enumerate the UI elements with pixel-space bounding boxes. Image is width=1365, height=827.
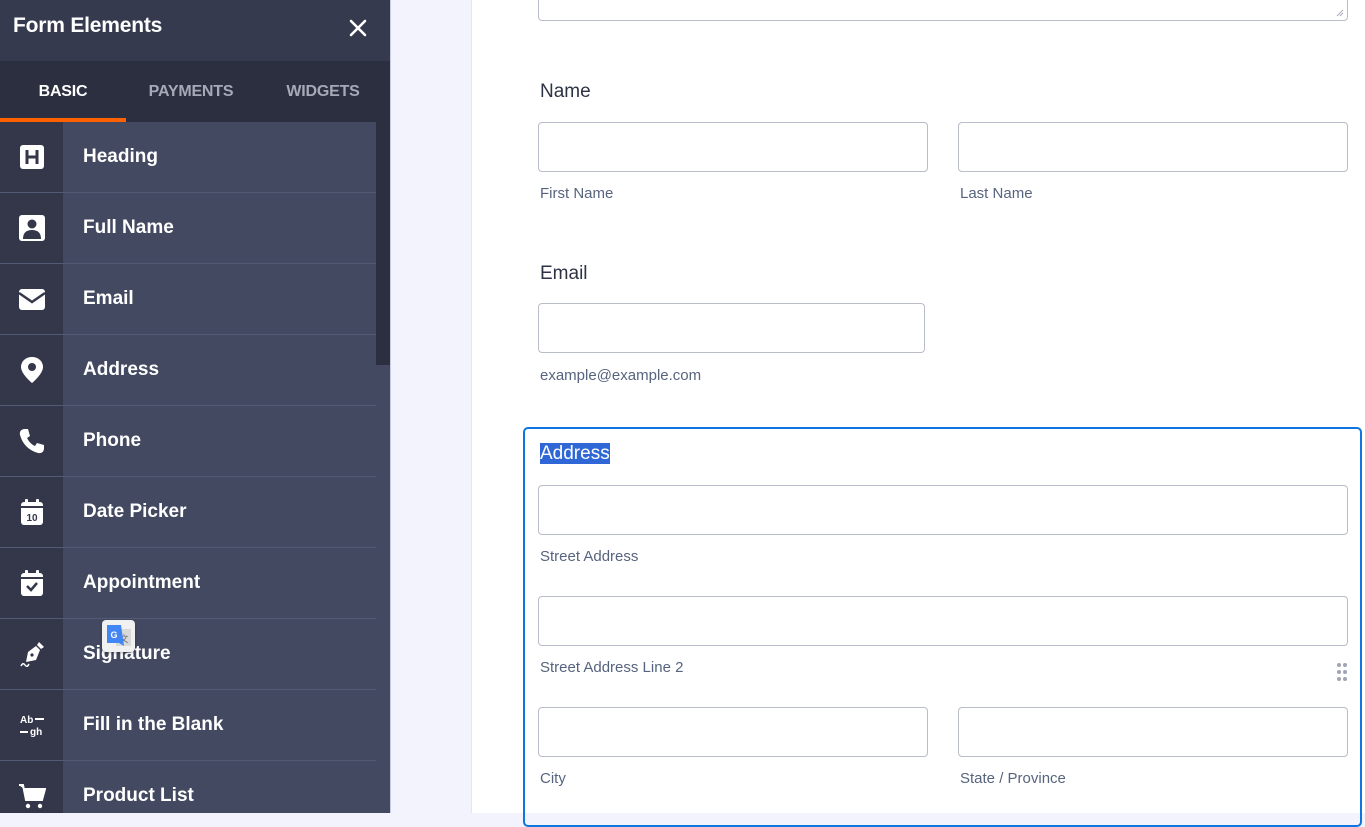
last-name-input[interactable] — [958, 122, 1348, 172]
canvas-gutter — [390, 0, 471, 813]
tab-widgets[interactable]: WIDGETS — [256, 61, 390, 122]
address-question-label[interactable]: Address — [540, 443, 610, 465]
phone-icon — [19, 429, 44, 454]
tab-basic[interactable]: BASIC — [0, 61, 126, 122]
element-item-label: Email — [63, 264, 376, 334]
element-item-fill-in-the-blank[interactable]: Ab gh Fill in the Blank — [0, 690, 376, 761]
tab-payments[interactable]: PAYMENTS — [126, 61, 256, 122]
name-question-label: Name — [540, 81, 591, 102]
element-item-label: Phone — [63, 406, 376, 476]
email-question-label: Email — [540, 263, 588, 284]
state-input[interactable] — [958, 707, 1348, 757]
email-sublabel: example@example.com — [540, 367, 702, 384]
city-sublabel: City — [540, 770, 566, 787]
svg-text:10: 10 — [26, 513, 38, 524]
envelope-icon — [17, 289, 46, 310]
element-item-label: Appointment — [63, 548, 376, 618]
last-name-sublabel: Last Name — [960, 185, 1033, 202]
map-pin-icon — [20, 357, 43, 383]
element-item-date-picker[interactable]: 10 Date Picker — [0, 477, 376, 548]
form-canvas: Name First Name Last Name Email example@… — [471, 0, 1365, 827]
element-item-appointment[interactable]: Appointment — [0, 548, 376, 619]
element-item-address[interactable]: Address — [0, 335, 376, 406]
street-address-line2-input[interactable] — [538, 596, 1348, 646]
pen-nib-icon — [19, 642, 44, 668]
element-item-label: Heading — [63, 122, 376, 192]
state-sublabel: State / Province — [960, 770, 1066, 787]
element-item-signature[interactable]: Signature — [0, 619, 376, 690]
first-name-sublabel: First Name — [540, 185, 614, 202]
user-icon — [18, 215, 45, 241]
element-item-label: Date Picker — [63, 477, 376, 547]
close-button[interactable] — [343, 13, 373, 43]
email-input[interactable] — [538, 303, 925, 353]
resize-grip-icon[interactable] — [1336, 9, 1344, 17]
close-icon — [349, 19, 367, 37]
element-item-label: Address — [63, 335, 376, 405]
svg-text:G: G — [110, 630, 117, 640]
translate-button[interactable]: 文 G — [102, 620, 135, 652]
svg-text:gh: gh — [30, 727, 42, 738]
google-translate-icon: 文 G — [107, 625, 131, 646]
element-item-product-list[interactable]: Product List — [0, 761, 376, 813]
element-item-label: Full Name — [63, 193, 376, 263]
address-label-text: Address — [540, 443, 610, 464]
street-address-sublabel: Street Address — [540, 548, 639, 565]
form-elements-panel: Form Elements BASIC PAYMENTS WIDGETS Hea… — [0, 0, 390, 813]
panel-title: Form Elements — [13, 14, 163, 37]
panel-scrollbar[interactable] — [376, 122, 390, 813]
element-item-email[interactable]: Email — [0, 264, 376, 335]
element-item-full-name[interactable]: Full Name — [0, 193, 376, 264]
element-item-label: Product List — [63, 761, 376, 813]
calendar-icon: 10 — [20, 499, 43, 525]
svg-text:Ab: Ab — [20, 715, 33, 726]
element-tabs: BASIC PAYMENTS WIDGETS — [0, 61, 390, 122]
fill-blank-icon: Abgh — [19, 715, 44, 738]
heading-icon — [19, 145, 44, 169]
element-item-heading[interactable]: Heading — [0, 122, 376, 193]
scrollbar-thumb[interactable] — [376, 122, 390, 365]
element-item-label: Fill in the Blank — [63, 690, 376, 760]
street-address-line2-sublabel: Street Address Line 2 — [540, 659, 684, 676]
element-list: Heading Full Name Email Address Phone 10… — [0, 122, 376, 813]
street-address-input[interactable] — [538, 485, 1348, 535]
element-item-phone[interactable]: Phone — [0, 406, 376, 477]
textarea-field[interactable] — [538, 0, 1348, 21]
calendar-check-icon — [20, 570, 43, 596]
drag-handle-icon[interactable] — [1336, 662, 1348, 682]
city-input[interactable] — [538, 707, 928, 757]
cart-icon — [18, 784, 46, 809]
panel-header: Form Elements — [0, 0, 390, 61]
first-name-input[interactable] — [538, 122, 928, 172]
